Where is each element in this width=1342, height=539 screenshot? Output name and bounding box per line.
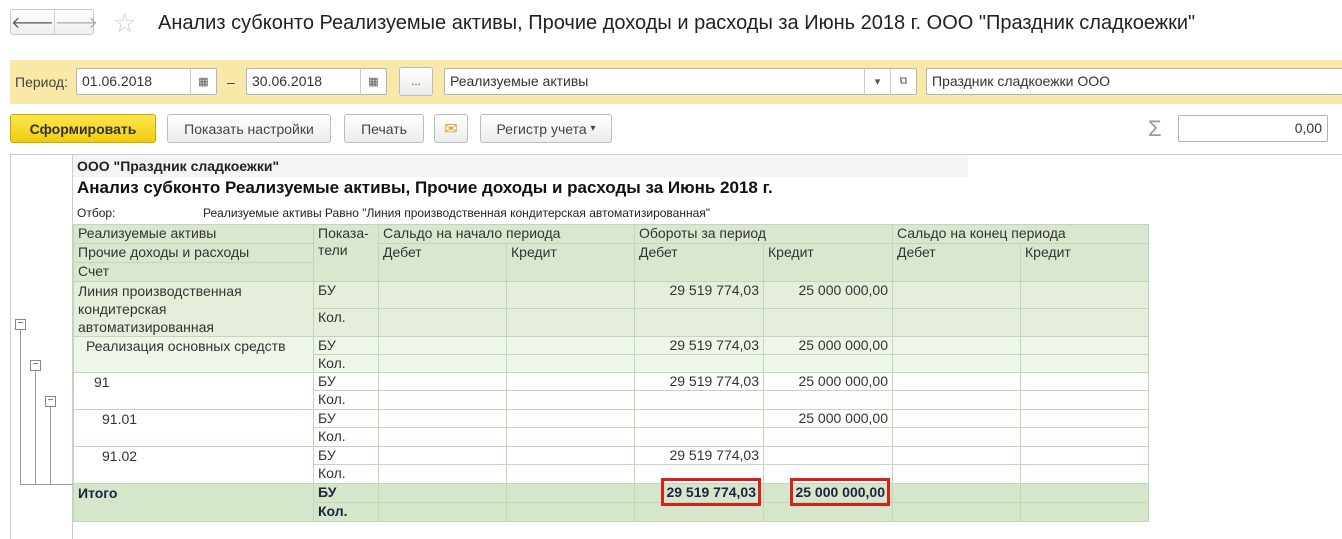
- table-row: 91 БУ 29 519 774,03 25 000 000,00: [73, 372, 1149, 410]
- row-name: Линия производственная кондитерская авто…: [73, 281, 314, 337]
- subconto-value: Реализуемые активы: [450, 73, 589, 89]
- organization-field[interactable]: Праздник сладкоежки ООО: [926, 68, 1342, 95]
- row-name: Реализация основных средств: [73, 336, 314, 373]
- calendar-icon[interactable]: ▦: [190, 69, 216, 94]
- turnover-debit: 29 519 774,03: [669, 447, 759, 463]
- turnover-credit: 25 000 000,00: [798, 337, 888, 353]
- chevron-down-icon: ▾: [590, 123, 596, 134]
- subconto-select[interactable]: Реализуемые активы ▾ ⧉: [444, 68, 917, 95]
- header-indicators: Показа- тели: [313, 224, 379, 282]
- collapse-icon[interactable]: −: [30, 360, 41, 371]
- header-credit: Кредит: [1020, 243, 1149, 282]
- email-icon[interactable]: ✉: [434, 114, 468, 143]
- turnover-credit: 25 000 000,00: [790, 478, 890, 506]
- table-row: 91.01 БУ 25 000 000,00: [73, 409, 1149, 447]
- date-to-field[interactable]: 30.06.2018 ▦: [246, 68, 387, 95]
- indicator-bu: БУ: [313, 281, 379, 309]
- generate-button[interactable]: Сформировать: [10, 114, 156, 143]
- collapse-icon[interactable]: −: [15, 319, 26, 330]
- filter-value: Реализуемые активы Равно "Линия производ…: [203, 206, 711, 220]
- window-title: Анализ субконто Реализуемые активы, Проч…: [158, 12, 1196, 34]
- header-credit: Кредит: [506, 243, 635, 282]
- chevron-down-icon[interactable]: ▾: [864, 69, 890, 94]
- indicator-qty: Кол.: [313, 464, 379, 484]
- collapse-icon[interactable]: −: [45, 396, 56, 407]
- header-account: Счет: [73, 262, 314, 282]
- print-button[interactable]: Печать: [344, 114, 424, 143]
- row-name: 91.01: [73, 409, 314, 447]
- indicator-bu: БУ: [313, 483, 379, 503]
- favorite-star-icon[interactable]: ☆: [113, 8, 136, 39]
- row-name: 91: [73, 372, 314, 410]
- indicator-qty: Кол.: [313, 427, 379, 447]
- header-credit: Кредит: [763, 243, 893, 282]
- indicator-qty: Кол.: [313, 390, 379, 410]
- turnover-credit: 25 000 000,00: [798, 410, 888, 426]
- report-org: ООО "Праздник сладкоежки": [77, 158, 280, 174]
- register-dropdown[interactable]: Регистр учета ▾: [480, 114, 612, 143]
- period-select-button[interactable]: ...: [399, 67, 433, 96]
- period-dash: –: [227, 74, 235, 90]
- date-from-value: 01.06.2018: [82, 73, 153, 89]
- turnover-debit: 29 519 774,03: [669, 337, 759, 353]
- table-row: Линия производственная кондитерская авто…: [73, 281, 1149, 337]
- header-debit: Дебет: [378, 243, 507, 282]
- table-row: Итого БУ 29 519 774,03 25 000 000,00: [73, 478, 1149, 522]
- sum-icon: Σ: [1148, 116, 1162, 141]
- period-label: Период:: [15, 74, 68, 90]
- indicator-qty: Кол.: [313, 502, 379, 522]
- indicator-bu: БУ: [313, 336, 379, 355]
- turnover-debit: 29 519 774,03: [669, 373, 759, 389]
- turnover-debit: 29 519 774,03: [669, 282, 759, 298]
- date-to-value: 30.06.2018: [252, 73, 323, 89]
- show-settings-button[interactable]: Показать настройки: [167, 114, 331, 143]
- table-row: Реализация основных средств БУ 29 519 774,…: [73, 336, 1149, 373]
- open-icon[interactable]: ⧉: [890, 69, 916, 94]
- header-assets: Реализуемые активы: [73, 224, 314, 244]
- turnover-credit: 25 000 000,00: [798, 282, 888, 298]
- register-label: Регистр учета: [496, 120, 587, 137]
- indicator-qty: Кол.: [313, 354, 379, 373]
- header-debit: Дебет: [634, 243, 764, 282]
- sum-field: 0,00: [1178, 115, 1328, 142]
- header-closing: Сальдо на конец периода: [892, 224, 1149, 244]
- forward-button[interactable]: 🡒: [53, 10, 98, 34]
- turnover-debit: 29 519 774,03: [661, 478, 761, 506]
- calendar-icon[interactable]: ▦: [360, 69, 386, 94]
- back-button[interactable]: 🡐: [11, 10, 54, 34]
- table-row: 91.02 БУ 29 519 774,03: [73, 446, 1149, 484]
- report-title: Анализ субконто Реализуемые активы, Проч…: [77, 178, 773, 197]
- indicator-bu: БУ: [313, 409, 379, 428]
- row-name: 91.02: [73, 446, 314, 484]
- indicator-qty: Кол.: [313, 308, 379, 337]
- header-income: Прочие доходы и расходы: [73, 243, 314, 263]
- header-debit: Дебет: [892, 243, 1021, 282]
- header-opening: Сальдо на начало периода: [378, 224, 635, 244]
- header-turnover: Обороты за период: [634, 224, 893, 244]
- report-table: Реализуемые активы Показа- тели Сальдо на …: [73, 224, 1149, 522]
- turnover-credit: 25 000 000,00: [798, 373, 888, 389]
- indicator-bu: БУ: [313, 446, 379, 465]
- navigation-buttons: 🡐 🡒: [10, 9, 98, 35]
- date-from-field[interactable]: 01.06.2018 ▦: [76, 68, 217, 95]
- indicator-bu: БУ: [313, 372, 379, 391]
- filter-label: Отбор:: [77, 206, 116, 220]
- row-name: Итого: [73, 483, 314, 522]
